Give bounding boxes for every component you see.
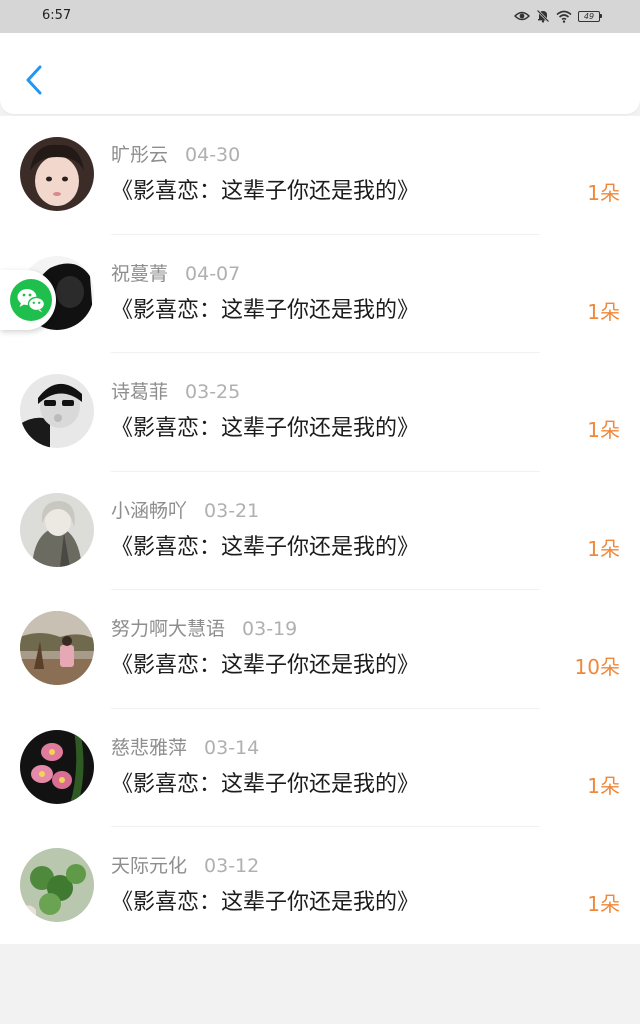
work-title: 《影喜恋：这辈子你还是我的》	[111, 179, 420, 204]
list-item[interactable]: 诗葛菲 03-25 《影喜恋：这辈子你还是我的》 1朵	[0, 353, 640, 472]
gift-date: 03-19	[242, 618, 298, 640]
list-item[interactable]: 慈悲雅萍 03-14 《影喜恋：这辈子你还是我的》 1朵	[0, 709, 640, 827]
flower-count: 1朵	[587, 536, 620, 561]
work-title: 《影喜恋：这辈子你还是我的》	[111, 534, 420, 560]
bell-muted-icon	[536, 9, 550, 23]
flower-count: 1朵	[587, 418, 620, 442]
battery-icon: 49	[578, 10, 602, 22]
list-item[interactable]: 努力啊大慧语 03-19 《影喜恋：这辈子你还是我的》 10朵	[0, 590, 640, 709]
status-bar: 6:57 49	[0, 0, 640, 33]
sender-info: 诗葛菲 03-25	[111, 379, 240, 405]
wechat-icon	[17, 289, 46, 313]
work-title: 《影喜恋：这辈子你还是我的》	[111, 890, 420, 915]
sender-name: 小涵畅吖	[111, 499, 188, 522]
avatar	[20, 611, 94, 685]
sender-name: 祝蔓菁	[111, 262, 169, 285]
work-title: 《影喜恋：这辈子你还是我的》	[111, 771, 420, 797]
avatar	[20, 729, 94, 804]
gift-date: 03-21	[204, 499, 260, 522]
sender-info: 旷彤云 04-30	[111, 142, 240, 168]
sender-name: 旷彤云	[111, 144, 169, 166]
back-button[interactable]	[14, 55, 54, 105]
list-item[interactable]: 天际元化 03-12 《影喜恋：这辈子你还是我的》 1朵	[0, 827, 640, 946]
avatar	[20, 492, 94, 567]
sender-info: 天际元化 03-12	[111, 853, 259, 879]
sender-name: 努力啊大慧语	[111, 618, 226, 640]
sender-info: 祝蔓菁 04-07	[111, 261, 240, 287]
list-item[interactable]: 祝蔓菁 04-07 《影喜恋：这辈子你还是我的》 1朵	[0, 235, 640, 353]
flower-count: 10朵	[574, 655, 620, 679]
list-item[interactable]: 小涵畅吖 03-21 《影喜恋：这辈子你还是我的》 1朵	[0, 472, 640, 590]
gift-date: 03-25	[185, 381, 241, 403]
status-icons: 49	[514, 8, 602, 24]
sender-name: 诗葛菲	[111, 381, 169, 403]
sender-name: 天际元化	[111, 855, 188, 877]
status-time: 6:57	[42, 8, 72, 23]
gift-date: 03-14	[204, 736, 260, 759]
list-item[interactable]: 旷彤云 04-30 《影喜恋：这辈子你还是我的》 1朵	[0, 116, 640, 235]
sender-info: 努力啊大慧语 03-19	[111, 616, 297, 642]
avatar	[20, 848, 94, 922]
work-title: 《影喜恋：这辈子你还是我的》	[111, 653, 420, 678]
flower-count: 1朵	[587, 892, 620, 916]
sender-info: 慈悲雅萍 03-14	[111, 735, 259, 761]
gift-list: 旷彤云 04-30 《影喜恋：这辈子你还是我的》 1朵 祝蔓菁 04-07 《影喜恋…	[0, 116, 640, 944]
sender-name: 慈悲雅萍	[111, 736, 188, 759]
avatar	[20, 137, 94, 211]
eye-icon	[514, 10, 530, 22]
work-title: 《影喜恋：这辈子你还是我的》	[111, 297, 420, 323]
gift-date: 04-30	[185, 144, 241, 166]
chevron-left-icon	[26, 65, 42, 95]
gift-date: 03-12	[204, 855, 260, 877]
avatar	[20, 374, 94, 448]
flower-count: 1朵	[587, 299, 620, 324]
gift-date: 04-07	[185, 262, 241, 285]
wifi-icon	[556, 10, 572, 23]
flower-count: 1朵	[587, 773, 620, 798]
flower-count: 1朵	[587, 181, 620, 205]
work-title: 《影喜恋：这辈子你还是我的》	[111, 416, 420, 441]
wechat-float-button[interactable]	[0, 270, 56, 330]
sender-info: 小涵畅吖 03-21	[111, 498, 259, 524]
top-nav-bar	[0, 33, 640, 114]
